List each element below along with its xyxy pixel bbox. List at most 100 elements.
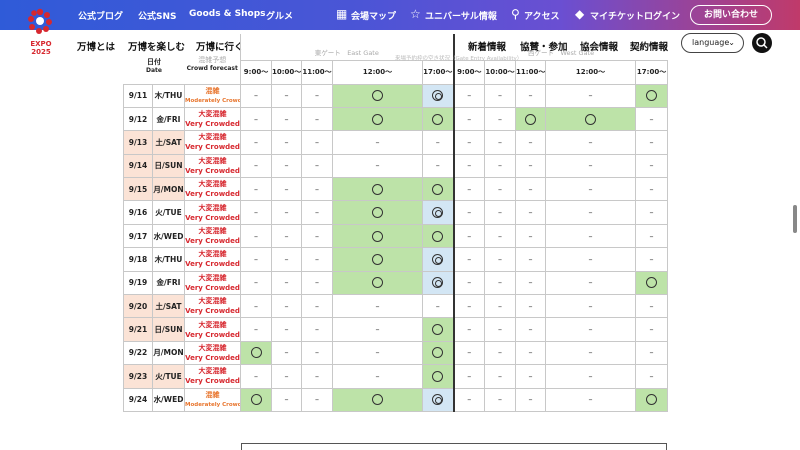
slot-available[interactable] <box>421 317 455 342</box>
search-button[interactable] <box>752 33 772 53</box>
slot-unavailable[interactable]: – <box>635 130 669 155</box>
slot-unavailable[interactable]: – <box>515 294 547 319</box>
slot-unavailable[interactable]: – <box>635 106 669 132</box>
slot-unavailable[interactable]: – <box>515 223 547 249</box>
slot-unavailable[interactable]: – <box>452 153 486 179</box>
slot-unavailable[interactable]: – <box>515 387 547 412</box>
slot-available[interactable] <box>635 83 669 108</box>
nav-official-blog[interactable]: 公式ブログ <box>78 9 123 22</box>
slot-unavailable[interactable]: – <box>301 340 333 366</box>
slot-available[interactable] <box>635 270 669 296</box>
slot-unavailable[interactable]: – <box>484 153 517 179</box>
slot-available[interactable] <box>332 270 423 296</box>
slot-unavailable[interactable]: – <box>240 177 272 202</box>
slot-unavailable[interactable]: – <box>484 270 517 296</box>
slot-unavailable[interactable]: – <box>240 270 272 296</box>
slot-available[interactable] <box>332 247 423 272</box>
slot-unavailable[interactable]: – <box>301 83 333 108</box>
slot-unavailable[interactable]: – <box>635 294 669 319</box>
slot-unavailable[interactable]: – <box>452 294 486 319</box>
slot-unavailable[interactable]: – <box>515 83 547 108</box>
slot-unavailable[interactable]: – <box>301 106 333 132</box>
slot-unavailable[interactable]: – <box>545 83 637 108</box>
slot-unavailable[interactable]: – <box>452 223 486 249</box>
slot-unavailable[interactable]: – <box>484 177 517 202</box>
slot-available[interactable] <box>635 387 669 412</box>
nav-my-ticket-login[interactable]: マイチケットログイン <box>590 9 680 22</box>
slot-unavailable[interactable]: – <box>545 387 637 412</box>
slot-available[interactable] <box>240 340 272 366</box>
slot-unavailable[interactable]: – <box>635 247 669 272</box>
slot-unavailable[interactable]: – <box>452 387 486 412</box>
slot-unavailable[interactable]: – <box>484 130 517 155</box>
slot-unavailable[interactable]: – <box>452 364 486 389</box>
slot-unavailable[interactable]: – <box>271 153 302 179</box>
slot-unavailable[interactable]: – <box>332 340 423 366</box>
slot-unavailable[interactable]: – <box>271 223 302 249</box>
nav-access[interactable]: アクセス <box>524 9 560 22</box>
slot-unavailable[interactable]: – <box>545 200 637 225</box>
slot-unavailable[interactable]: – <box>452 83 486 108</box>
slot-unavailable[interactable]: – <box>515 340 547 366</box>
slot-unavailable[interactable]: – <box>452 317 486 342</box>
expo-logo-icon[interactable] <box>27 8 53 34</box>
slot-unavailable[interactable]: – <box>635 153 669 179</box>
slot-unavailable[interactable]: – <box>240 317 272 342</box>
slot-unavailable[interactable]: – <box>484 364 517 389</box>
slot-unavailable[interactable]: – <box>301 270 333 296</box>
slot-unavailable[interactable]: – <box>515 317 547 342</box>
slot-unavailable[interactable]: – <box>301 130 333 155</box>
slot-unavailable[interactable]: – <box>240 83 272 108</box>
slot-unavailable[interactable]: – <box>545 223 637 249</box>
slot-unavailable[interactable]: – <box>545 177 637 202</box>
slot-available[interactable] <box>421 177 455 202</box>
slot-unavailable[interactable]: – <box>484 340 517 366</box>
slot-unavailable[interactable]: – <box>240 153 272 179</box>
slot-unavailable[interactable]: – <box>301 247 333 272</box>
slot-unavailable[interactable]: – <box>515 364 547 389</box>
slot-unavailable[interactable]: – <box>240 247 272 272</box>
slot-unavailable[interactable]: – <box>240 294 272 319</box>
slot-unavailable[interactable]: – <box>271 317 302 342</box>
slot-unavailable[interactable]: – <box>452 340 486 366</box>
slot-unavailable[interactable]: – <box>635 200 669 225</box>
slot-unavailable[interactable]: – <box>332 153 423 179</box>
slot-unavailable[interactable]: – <box>545 317 637 342</box>
slot-unavailable[interactable]: – <box>332 364 423 389</box>
slot-unavailable[interactable]: – <box>240 130 272 155</box>
slot-unavailable[interactable]: – <box>484 106 517 132</box>
slot-unavailable[interactable]: – <box>240 364 272 389</box>
slot-unavailable[interactable]: – <box>484 247 517 272</box>
slot-unavailable[interactable]: – <box>515 200 547 225</box>
contact-button[interactable]: お問い合わせ <box>690 5 772 25</box>
slot-unavailable[interactable]: – <box>240 200 272 225</box>
slot-unavailable[interactable]: – <box>545 130 637 155</box>
scrollbar[interactable] <box>793 205 797 233</box>
slot-unavailable[interactable]: – <box>515 177 547 202</box>
nav-goods-shops[interactable]: Goods & Shops <box>189 9 266 19</box>
nav-gourmet[interactable]: グルメ <box>266 9 293 22</box>
slot-available[interactable] <box>421 106 455 132</box>
slot-available[interactable] <box>332 223 423 249</box>
slot-unavailable[interactable]: – <box>301 153 333 179</box>
slot-unavailable[interactable]: – <box>271 364 302 389</box>
slot-unavailable[interactable]: – <box>515 247 547 272</box>
slot-unavailable[interactable]: – <box>545 340 637 366</box>
slot-unavailable[interactable]: – <box>452 200 486 225</box>
slot-unavailable[interactable]: – <box>545 153 637 179</box>
slot-unavailable[interactable]: – <box>545 270 637 296</box>
slot-unavailable[interactable]: – <box>515 130 547 155</box>
slot-available[interactable] <box>421 340 455 366</box>
slot-unavailable[interactable]: – <box>271 247 302 272</box>
slot-available[interactable] <box>332 387 423 412</box>
slot-plenty[interactable] <box>421 200 455 225</box>
slot-available[interactable] <box>545 106 637 132</box>
slot-unavailable[interactable]: – <box>452 270 486 296</box>
slot-unavailable[interactable]: – <box>515 153 547 179</box>
slot-unavailable[interactable]: – <box>545 364 637 389</box>
slot-unavailable[interactable]: – <box>635 340 669 366</box>
slot-unavailable[interactable]: – <box>452 247 486 272</box>
slot-unavailable[interactable]: – <box>421 130 455 155</box>
nav-about-expo[interactable]: 万博とは <box>77 39 115 53</box>
slot-available[interactable] <box>240 387 272 412</box>
